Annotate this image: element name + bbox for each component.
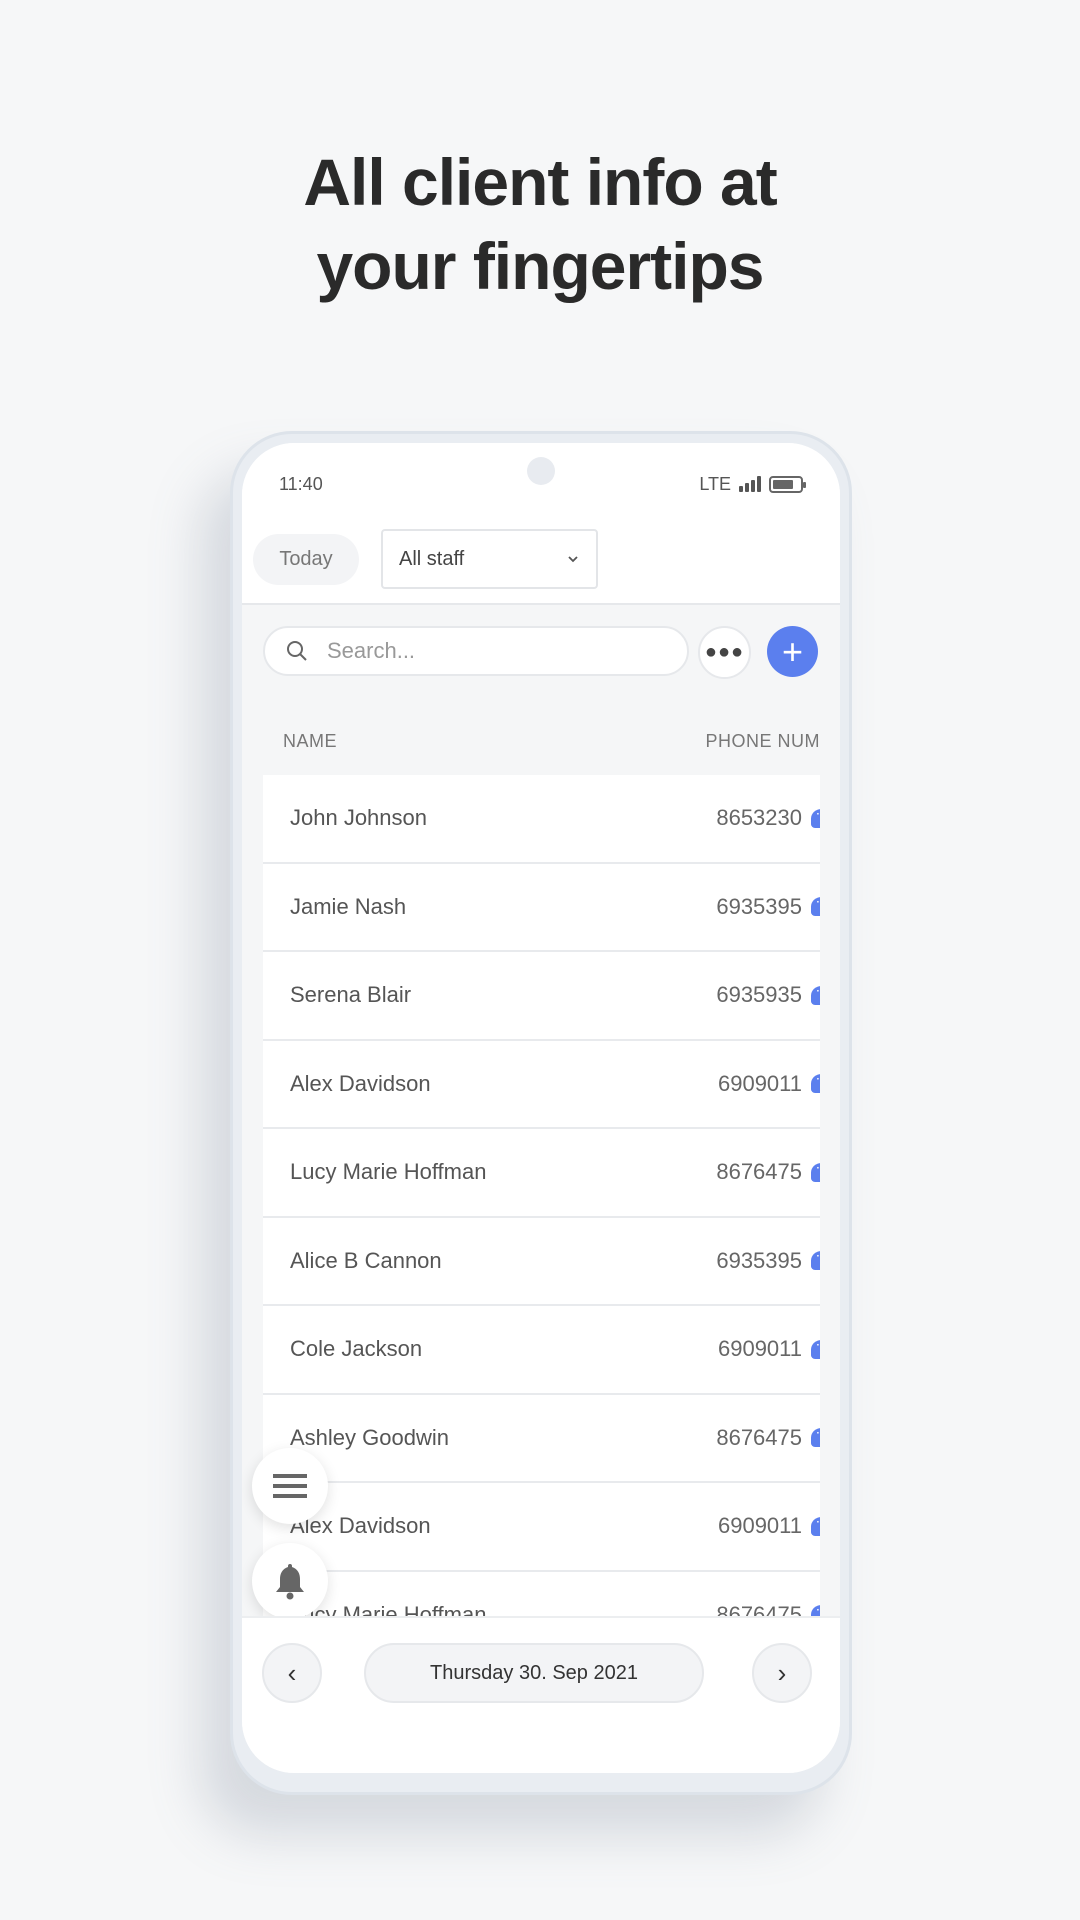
column-name[interactable]: NAME (283, 731, 337, 752)
client-list[interactable]: John Johnson 8653230 ··· Jamie Nash 6935395 ·… (263, 775, 820, 1621)
next-day-button[interactable]: › (752, 1643, 812, 1703)
staff-select[interactable]: All staff (381, 529, 598, 589)
client-name: Lucy Marie Hoffman (290, 1159, 487, 1185)
battery-icon (769, 475, 806, 493)
add-client-button[interactable]: + (767, 626, 818, 677)
table-row[interactable]: Lucy Marie Hoffman 8676475 ··· (263, 1129, 820, 1218)
chevron-right-icon: › (777, 1657, 787, 1688)
table-row[interactable]: John Johnson 8653230 ··· (263, 775, 820, 864)
client-phone: 6935935 (716, 982, 802, 1008)
chat-icon[interactable]: ··· (811, 897, 820, 917)
client-phone: 6909011 (717, 1070, 802, 1096)
chevron-down-icon (568, 556, 578, 563)
date-navigation: ‹ Thursday 30. Sep 2021 › (242, 1616, 840, 1773)
table-row[interactable]: Lucy Marie Hoffman8676475··· (263, 1571, 820, 1621)
chevron-left-icon: ‹ (287, 1657, 297, 1688)
chat-icon[interactable]: ··· (811, 1339, 820, 1359)
client-phone: 6935395 (716, 893, 802, 919)
chat-icon[interactable]: ··· (811, 1162, 820, 1182)
search-placeholder: Search... (327, 638, 416, 663)
chat-icon[interactable]: ··· (811, 1516, 820, 1536)
headline-line-1: All client info at (303, 145, 777, 219)
headline-line-2: your fingertips (316, 229, 764, 303)
table-row[interactable]: Alex Davidson 6909011 ··· (263, 1040, 820, 1129)
notifications-button[interactable] (252, 1543, 328, 1619)
client-name: Serena Blair (290, 982, 412, 1008)
client-name: Alice B Cannon (290, 1247, 442, 1273)
hamburger-icon (273, 1468, 307, 1504)
chat-icon[interactable]: ··· (811, 808, 820, 828)
client-phone: 8653230 (716, 805, 802, 831)
chat-icon[interactable]: ··· (811, 1428, 820, 1448)
table-row[interactable]: Serena Blair 6935935 ··· (263, 952, 820, 1041)
table-row[interactable]: Alex Davidson6909011··· (263, 1483, 820, 1572)
headline: All client info at your fingertips (0, 140, 1080, 308)
client-name: Cole Jackson (290, 1336, 423, 1362)
client-name: John Johnson (290, 805, 427, 831)
client-phone: 6935395 (716, 1247, 802, 1273)
bell-icon (276, 1564, 304, 1600)
status-bar: 11:40 LTE (279, 469, 806, 499)
plus-icon: + (781, 630, 804, 672)
table-header: NAME PHONE NUM (283, 731, 820, 752)
ellipsis-icon: ●●● (704, 641, 745, 663)
status-time: 11:40 (279, 473, 323, 494)
table-row[interactable]: Ashley Goodwin 8676475 ··· (263, 1394, 820, 1483)
more-options-button[interactable]: ●●● (698, 626, 751, 679)
client-name: Ashley Goodwin (290, 1424, 449, 1450)
phone-screen: 11:40 LTE Today All staff Search... ●●● … (242, 443, 840, 1773)
today-button[interactable]: Today (253, 534, 359, 585)
search-icon (287, 641, 307, 661)
table-row[interactable]: Alice B Cannon 6935395 ··· (263, 1217, 820, 1306)
staff-select-value: All staff (399, 547, 465, 570)
client-phone: 6909011 (717, 1513, 802, 1539)
client-phone: 8676475 (716, 1424, 802, 1450)
chat-icon[interactable]: ··· (811, 1251, 820, 1271)
signal-icon (739, 476, 761, 492)
table-row[interactable]: Cole Jackson 6909011 ··· (263, 1306, 820, 1395)
client-phone: 8676475 (716, 1159, 802, 1185)
chat-icon[interactable]: ··· (811, 985, 820, 1005)
previous-day-button[interactable]: ‹ (262, 1643, 322, 1703)
date-picker[interactable]: Thursday 30. Sep 2021 (364, 1643, 704, 1703)
table-row[interactable]: Jamie Nash 6935395 ··· (263, 863, 820, 952)
chat-icon[interactable]: ··· (811, 1074, 820, 1094)
client-phone: 6909011 (717, 1336, 802, 1362)
network-label: LTE (699, 473, 731, 494)
content-area: Search... ●●● + NAME PHONE NUM John John… (242, 605, 840, 1773)
column-phone[interactable]: PHONE NUM (705, 731, 820, 752)
client-name: Jamie Nash (290, 893, 407, 919)
menu-button[interactable] (252, 1448, 328, 1524)
client-name: Alex Davidson (290, 1070, 431, 1096)
search-input[interactable]: Search... (263, 626, 689, 676)
top-bar: 11:40 LTE Today All staff (242, 443, 840, 605)
